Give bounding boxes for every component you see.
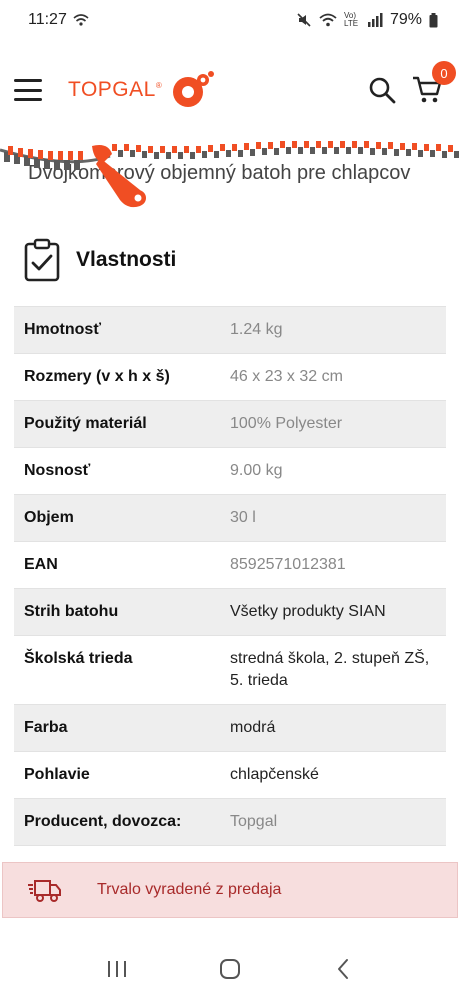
- menu-icon[interactable]: [14, 79, 42, 101]
- volte-icon: Vo) LTE: [343, 11, 359, 28]
- recent-apps-icon: [107, 960, 126, 977]
- property-name: Strih batohu: [24, 603, 119, 620]
- table-row: Nosnosť 9.00 kg: [14, 448, 446, 495]
- signal-icon: [367, 13, 383, 27]
- header-actions: 0: [368, 61, 456, 105]
- search-button[interactable]: [368, 76, 396, 104]
- zipper-decoration: [0, 140, 460, 208]
- cart-button[interactable]: 0: [412, 61, 456, 105]
- table-row: Rozmery (v x h x š) 46 x 23 x 32 cm: [14, 354, 446, 401]
- battery-percent: 79%: [389, 11, 422, 28]
- table-row: EAN 8592571012381: [14, 542, 446, 589]
- recent-apps-button[interactable]: [97, 949, 137, 989]
- wifi-calling-icon: [73, 14, 89, 26]
- cart-count-badge: 0: [432, 61, 456, 85]
- table-row: Farba modrá: [14, 705, 446, 752]
- table-row: Pohlavie chlapčenské: [14, 752, 446, 799]
- delivery-truck-icon: [28, 880, 61, 902]
- home-icon: [219, 958, 240, 979]
- clock: 11:27: [28, 11, 67, 28]
- brand-logo[interactable]: TOPGAL®: [68, 70, 216, 110]
- property-value: stredná škola, 2. stupeň ZŠ, 5. trieda: [230, 650, 430, 689]
- status-right: Vo) LTE 79%: [296, 11, 438, 29]
- property-name: Školská trieda: [24, 650, 133, 667]
- property-name: Nosnosť: [24, 462, 91, 479]
- table-row: Objem 30 l: [14, 495, 446, 542]
- property-value: 30 l: [230, 509, 256, 526]
- clipboard-check-icon: [24, 238, 60, 282]
- property-name: Pohlavie: [24, 766, 90, 783]
- product-title-band: Dvojkomorový objemný batoh pre chlapcov: [0, 140, 460, 210]
- property-name: Objem: [24, 509, 74, 526]
- property-name: EAN: [24, 556, 58, 573]
- battery-icon: [429, 12, 438, 27]
- properties-table: Hmotnosť 1.24 kg Rozmery (v x h x š) 46 …: [14, 306, 446, 846]
- property-value: Topgal: [230, 813, 278, 830]
- property-value: 46 x 23 x 32 cm: [230, 368, 343, 385]
- status-left: 11:27: [28, 11, 89, 29]
- section-header: Vlastnosti: [0, 214, 460, 306]
- search-icon: [369, 77, 396, 104]
- logo-mark-icon: [173, 71, 215, 107]
- back-button[interactable]: [323, 949, 363, 989]
- wifi-icon: [319, 13, 337, 27]
- notice-text: Trvalo vyradené z predaja: [97, 881, 282, 898]
- system-nav-bar: [0, 940, 460, 997]
- mute-icon: [297, 13, 311, 27]
- property-value: chlapčenské: [230, 766, 319, 783]
- property-name: Farba: [24, 719, 68, 736]
- home-button[interactable]: [210, 949, 250, 989]
- property-value: modrá: [230, 719, 276, 736]
- table-row: Školská trieda stredná škola, 2. stupeň …: [14, 636, 446, 705]
- section-title: Vlastnosti: [76, 248, 177, 271]
- property-value: 100% Polyester: [230, 415, 343, 432]
- property-name: Hmotnosť: [24, 321, 101, 338]
- site-header: TOPGAL® 0: [0, 40, 460, 140]
- table-row: Hmotnosť 1.24 kg: [14, 307, 446, 354]
- discontinued-notice: Trvalo vyradené z predaja: [2, 862, 458, 918]
- property-value: 9.00 kg: [230, 462, 283, 479]
- status-bar: 11:27 Vo) LTE 79%: [0, 0, 460, 40]
- logo-text: TOPGAL®: [68, 78, 163, 101]
- table-row: Strih batohu Všetky produkty SIAN: [14, 589, 446, 636]
- property-value: Všetky produkty SIAN: [230, 603, 386, 620]
- property-value: 8592571012381: [230, 556, 346, 573]
- table-row: Producent, dovozca: Topgal: [14, 799, 446, 846]
- property-value: 1.24 kg: [230, 321, 283, 338]
- property-name: Rozmery (v x h x š): [24, 368, 170, 385]
- table-row: Použitý materiál 100% Polyester: [14, 401, 446, 448]
- back-icon: [338, 958, 349, 979]
- property-name: Použitý materiál: [24, 415, 147, 432]
- property-name: Producent, dovozca:: [24, 813, 182, 830]
